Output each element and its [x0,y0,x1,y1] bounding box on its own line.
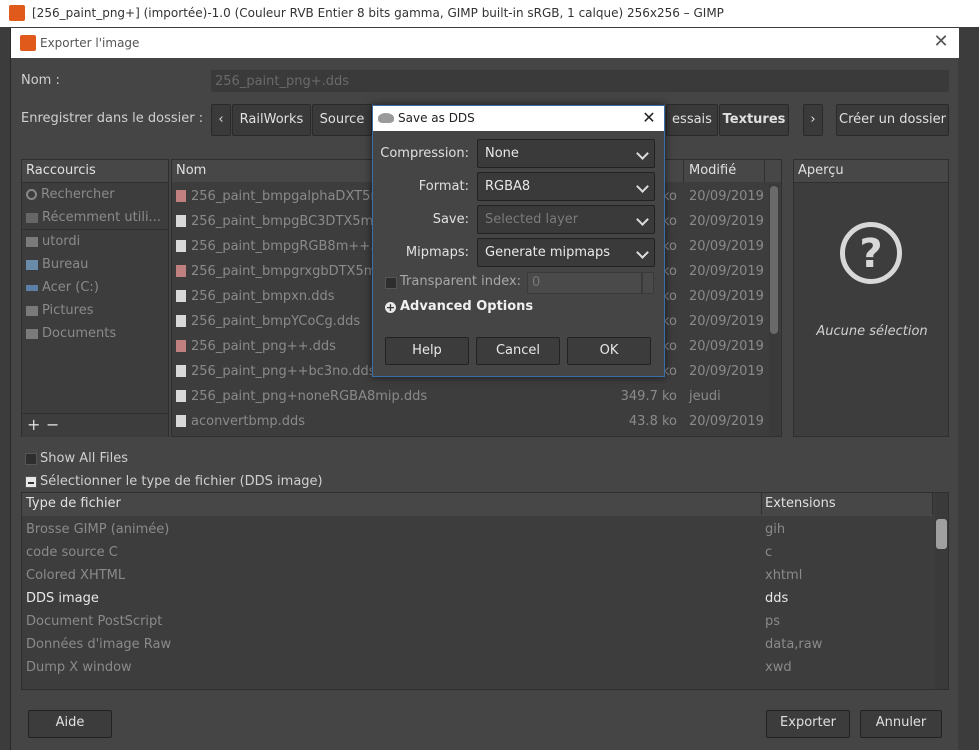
file-icon [176,240,186,252]
path-button-railworks[interactable]: RailWorks [232,104,311,136]
gimp-logo-icon [20,35,36,51]
collapse-toggle-icon[interactable] [25,476,37,488]
save-select[interactable]: Selected layer [477,205,655,234]
file-icon [176,415,186,427]
export-button[interactable]: Exporter [766,710,850,738]
transparent-index-label: Transparent index: [400,274,522,289]
column-modified[interactable]: Modifié [685,160,765,182]
file-type-row[interactable]: Dump X window xwd [22,656,933,679]
compression-select[interactable]: None [477,139,655,168]
path-back-button[interactable]: ‹ [211,104,231,136]
file-type-row[interactable]: code source Cc [22,541,933,564]
filename-input[interactable] [211,70,949,92]
chevron-down-icon [636,180,649,193]
mipmaps-label: Mipmaps: [405,245,469,260]
dds-cancel-button[interactable]: Cancel [476,337,560,365]
file-type-scroll-thumb[interactable] [936,519,947,549]
show-all-files-checkbox[interactable] [25,453,37,465]
save-as-dds-dialog: Save as DDS ✕ Compression: None Format: … [372,105,665,377]
search-icon [26,189,37,200]
column-extensions[interactable]: Extensions [761,493,933,515]
place-item-search[interactable]: Rechercher [22,183,168,206]
file-type-list: Type de fichier Extensions Brosse GIMP (… [21,492,949,690]
folder-icon [26,259,38,270]
export-dialog-titlebar: Exporter l'image ✕ [11,28,959,58]
dds-dialog-title: Save as DDS [398,111,475,125]
place-item-recent[interactable]: Récemment utili... [22,206,168,229]
path-button-source[interactable]: Source [312,104,372,136]
select-file-type-label[interactable]: Sélectionner le type de fichier (DDS ima… [40,474,323,489]
transparent-index-checkbox[interactable] [385,277,397,289]
file-row[interactable]: aconvertbmp.dds 43.8 ko 20/09/2019 [172,409,767,434]
name-label: Nom : [21,73,60,88]
preview-pane: Aperçu ? Aucune sélection [793,159,949,437]
dds-help-button[interactable]: Help [385,337,469,365]
spinner-arrows-icon[interactable] [642,272,654,294]
gimp-wilber-icon [378,113,394,123]
recent-icon [26,212,38,223]
file-icon [176,290,186,302]
file-icon [176,215,186,227]
column-file-type[interactable]: Type de fichier [22,493,762,515]
show-all-files-label[interactable]: Show All Files [40,451,128,466]
place-item-documents[interactable]: Documents [22,322,168,345]
path-button-essais[interactable]: essais [666,104,718,136]
create-folder-button[interactable]: Créer un dossier [836,104,949,136]
place-item-utordi[interactable]: utordi [22,230,168,253]
file-type-header: Type de fichier Extensions [22,493,933,516]
place-item-acer-c[interactable]: Acer (C:) [22,276,168,299]
folder-icon [26,305,38,316]
compression-label: Compression: [380,146,469,161]
folder-icon [26,328,38,339]
file-type-row[interactable]: Document PostScript ps [22,610,933,633]
question-mark-icon: ? [840,222,902,284]
file-icon [176,365,186,377]
image-file-icon [176,340,186,352]
image-file-icon [176,265,186,277]
place-item-pictures[interactable]: Pictures [22,299,168,322]
expand-plus-icon[interactable]: + [385,302,396,313]
preview-status: Aucune sélection [816,324,928,339]
dds-dialog-titlebar: Save as DDS ✕ [373,106,664,131]
main-window-titlebar: [256_paint_png+] (importée)-1.0 (Couleur… [0,0,979,27]
file-type-row[interactable]: Données d'image Raw data,raw [22,633,933,656]
file-icon [176,390,186,402]
places-footer: + − [22,413,168,437]
places-pane: Raccourcis Rechercher Récemment utili...… [21,159,169,437]
add-place-icon[interactable]: + [27,415,40,434]
file-type-row[interactable]: Brosse GIMP (animée) gih [22,518,933,541]
close-icon[interactable]: ✕ [931,33,951,53]
format-select[interactable]: RGBA8 [477,172,655,201]
help-button[interactable]: Aide [28,710,112,738]
path-forward-button[interactable]: › [803,104,823,136]
remove-place-icon[interactable]: − [46,415,59,434]
file-type-row[interactable]: Colored XHTML xhtml [22,564,933,587]
export-dialog-title: Exporter l'image [40,36,140,50]
file-row[interactable]: 256_paint_png+noneRGBA8mip.dds 349.7 ko je… [172,384,767,409]
places-header: Raccourcis [22,160,168,183]
format-label: Format: [418,179,469,194]
mipmaps-select[interactable]: Generate mipmaps [477,238,655,267]
advanced-options-toggle[interactable]: Advanced Options [400,299,533,314]
chevron-down-icon [636,213,649,226]
save-in-folder-label: Enregistrer dans le dossier : [21,111,204,126]
gimp-logo-icon [9,5,25,21]
chevron-down-icon [636,246,649,259]
dds-ok-button[interactable]: OK [567,337,651,365]
path-button-textures[interactable]: Textures [719,104,789,136]
chevron-down-icon [636,147,649,160]
folder-icon [26,236,38,247]
preview-header: Aperçu [794,160,948,183]
close-icon[interactable]: ✕ [640,108,658,128]
image-file-icon [176,190,186,202]
file-list-scroll-thumb[interactable] [770,186,778,334]
main-window-title: [256_paint_png+] (importée)-1.0 (Couleur… [32,6,724,20]
drive-icon [26,284,38,291]
save-label: Save: [432,212,469,227]
file-icon [176,315,186,327]
transparent-index-spinner[interactable]: 0 [527,272,642,294]
file-type-row-selected[interactable]: DDS image dds [22,587,933,610]
cancel-button[interactable]: Annuler [860,710,942,738]
place-item-bureau[interactable]: Bureau [22,253,168,276]
